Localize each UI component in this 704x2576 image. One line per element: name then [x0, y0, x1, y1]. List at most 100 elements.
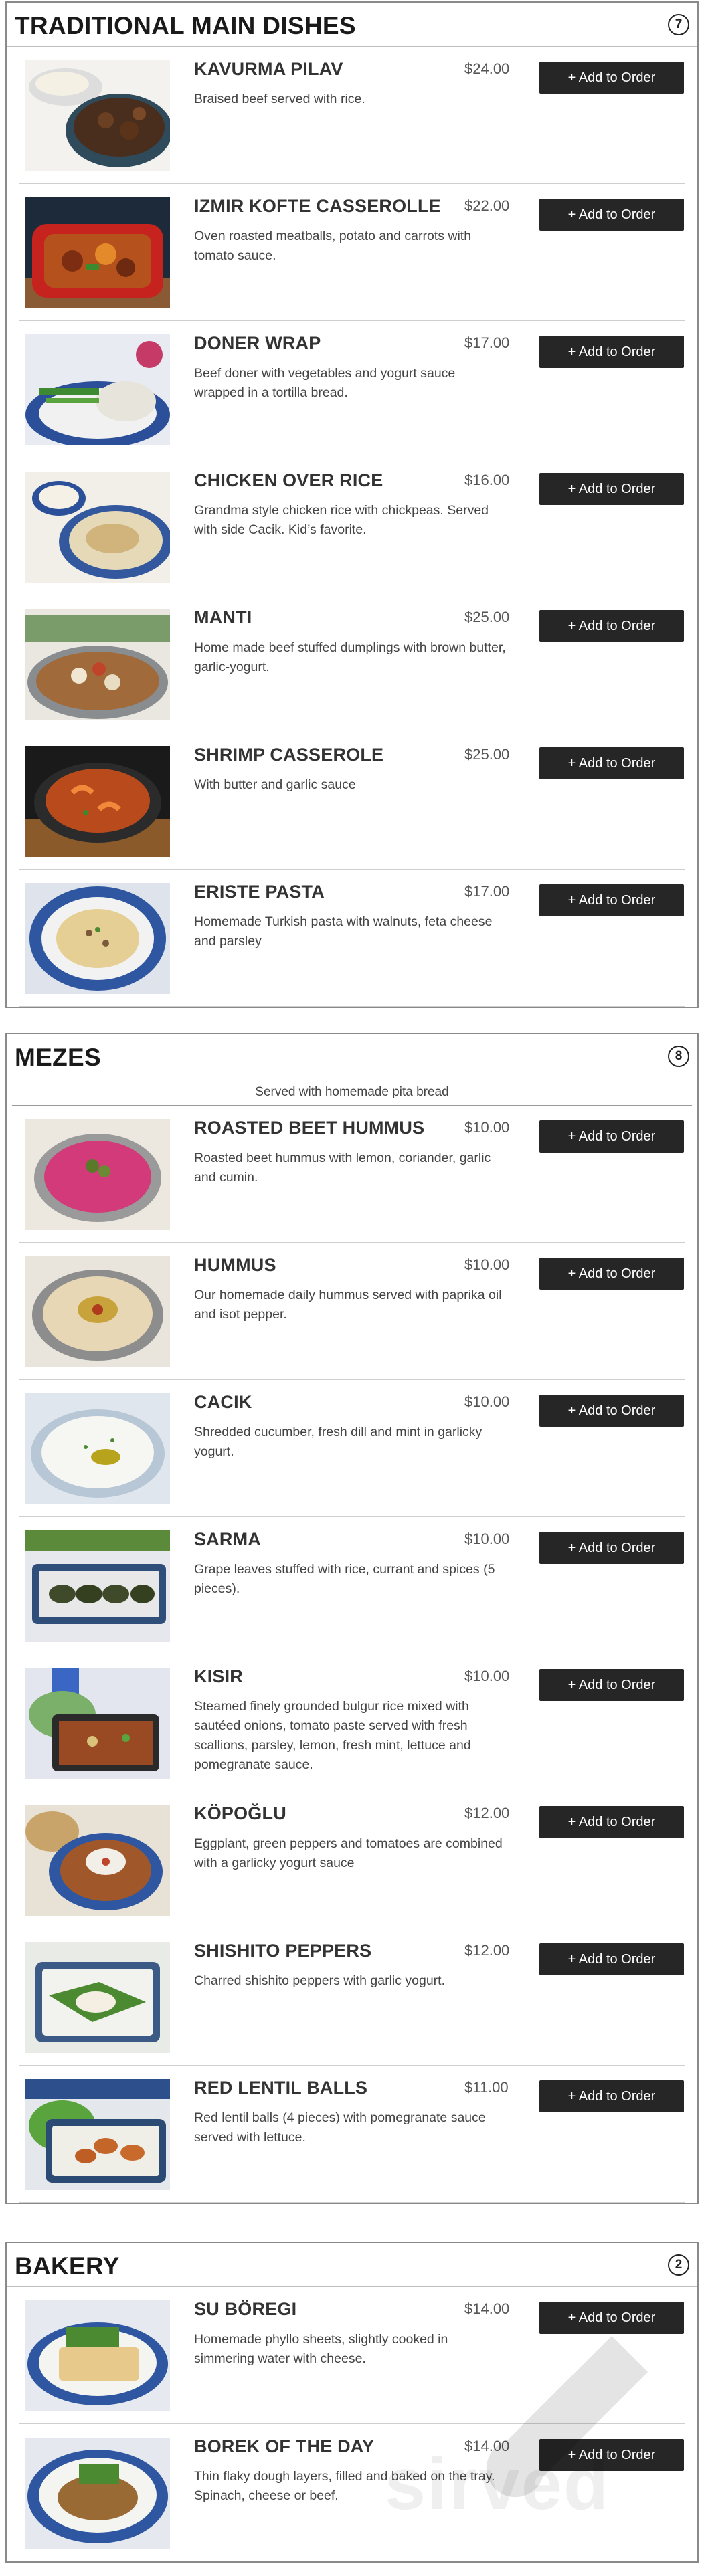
dish-photo	[25, 1668, 170, 1779]
dish-photo	[25, 1256, 170, 1367]
section-header: MEZES 8	[7, 1034, 697, 1078]
dish-name: ROASTED BEET HUMMUS	[194, 1118, 425, 1138]
dish-photo	[25, 2300, 170, 2411]
dish-price: $17.00	[464, 883, 510, 900]
item-count-badge: 7	[668, 14, 689, 35]
dish-photo	[25, 883, 170, 994]
add-to-order-button[interactable]: + Add to Order	[539, 1258, 684, 1290]
add-to-order-button[interactable]: + Add to Order	[539, 199, 684, 231]
menu-item: CACIK $10.00 Shredded cucumber, fresh di…	[19, 1380, 685, 1517]
menu-item: BOREK OF THE DAY $14.00 Thin flaky dough…	[19, 2424, 685, 2561]
dish-description: Oven roasted meatballs, potato and carro…	[194, 229, 472, 263]
add-to-order-button[interactable]: + Add to Order	[539, 1806, 684, 1838]
dish-price: $10.00	[464, 1668, 510, 1684]
add-to-order-button[interactable]: + Add to Order	[539, 2080, 684, 2112]
menu-item: SHRIMP CASSEROLE $25.00 With butter and …	[19, 732, 685, 870]
dish-description: With butter and garlic sauce	[194, 777, 356, 792]
dish-description: Our homemade daily hummus served with pa…	[194, 1288, 502, 1322]
dish-name: KÖPOĞLU	[194, 1803, 286, 1823]
menu-item: HUMMUS $10.00 Our homemade daily hummus …	[19, 1243, 685, 1380]
dish-description: Beef doner with vegetables and yogurt sa…	[194, 366, 456, 400]
dish-price: $10.00	[464, 1119, 510, 1136]
add-to-order-button[interactable]: + Add to Order	[539, 2439, 684, 2471]
dish-photo	[25, 1119, 170, 1230]
add-to-order-button[interactable]: + Add to Order	[539, 1669, 684, 1701]
dish-name: ERISTE PASTA	[194, 882, 325, 902]
dish-name: IZMIR KOFTE CASSEROLLE	[194, 196, 441, 216]
menu-item: SHISHITO PEPPERS $12.00 Charred shishito…	[19, 1928, 685, 2066]
dish-price: $10.00	[464, 1393, 510, 1410]
dish-name: KISIR	[194, 1666, 244, 1686]
menu-item: DONER WRAP $17.00 Beef doner with vegeta…	[19, 321, 685, 458]
dish-name: KAVURMA PILAV	[194, 59, 343, 79]
add-to-order-button[interactable]: + Add to Order	[539, 473, 684, 505]
dish-price: $16.00	[464, 472, 510, 488]
add-to-order-button[interactable]: + Add to Order	[539, 1395, 684, 1427]
menu-item: IZMIR KOFTE CASSEROLLE $22.00 Oven roast…	[19, 184, 685, 321]
dish-photo	[25, 472, 170, 583]
section-mezes: MEZES 8 Served with homemade pita bread …	[5, 1033, 699, 2204]
item-count-badge: 2	[668, 2254, 689, 2276]
dish-price: $10.00	[464, 1256, 510, 1273]
dish-name: BOREK OF THE DAY	[194, 2436, 375, 2456]
dish-description: Homemade Turkish pasta with walnuts, fet…	[194, 914, 493, 949]
add-to-order-button[interactable]: + Add to Order	[539, 747, 684, 779]
dish-photo	[25, 197, 170, 308]
menu-item: RED LENTIL BALLS $11.00 Red lentil balls…	[19, 2066, 685, 2203]
section-note: Served with homemade pita bread	[12, 1085, 692, 1106]
dish-price: $24.00	[464, 60, 510, 77]
dish-name: SARMA	[194, 1529, 261, 1549]
dish-description: Eggplant, green peppers and tomatoes are…	[194, 1836, 503, 1870]
add-to-order-button[interactable]: + Add to Order	[539, 2302, 684, 2334]
dish-photo	[25, 2079, 170, 2190]
dish-photo	[25, 1805, 170, 1916]
dish-price: $14.00	[464, 2300, 510, 2317]
dish-description: Homemade phyllo sheets, slightly cooked …	[194, 2332, 448, 2366]
menu-item-list: KAVURMA PILAV $24.00 Braised beef served…	[7, 47, 697, 1007]
dish-photo	[25, 60, 170, 171]
add-to-order-button[interactable]: + Add to Order	[539, 610, 684, 642]
add-to-order-button[interactable]: + Add to Order	[539, 336, 684, 368]
dish-name: SU BÖREGI	[194, 2299, 297, 2319]
dish-description: Grandma style chicken rice with chickpea…	[194, 503, 489, 537]
dish-price: $25.00	[464, 609, 510, 625]
menu-item: SARMA $10.00 Grape leaves stuffed with r…	[19, 1517, 685, 1654]
section-title: MEZES	[15, 1044, 101, 1071]
dish-price: $14.00	[464, 2438, 510, 2454]
dish-price: $10.00	[464, 1530, 510, 1547]
section-bakery: BAKERY 2 SU BÖREGI $14.00 Homemade phyll…	[5, 2242, 699, 2563]
add-to-order-button[interactable]: + Add to Order	[539, 1943, 684, 1975]
dish-description: Thin flaky dough layers, filled and bake…	[194, 2469, 495, 2503]
dish-name: MANTI	[194, 607, 252, 627]
dish-description: Steamed finely grounded bulgur rice mixe…	[194, 1699, 471, 1772]
dish-price: $17.00	[464, 334, 510, 351]
dish-name: CACIK	[194, 1392, 252, 1412]
section-header: TRADITIONAL MAIN DISHES 7	[7, 3, 697, 47]
dish-name: HUMMUS	[194, 1255, 276, 1275]
menu-item: CHICKEN OVER RICE $16.00 Grandma style c…	[19, 458, 685, 595]
dish-name: DONER WRAP	[194, 333, 321, 353]
dish-name: RED LENTIL BALLS	[194, 2078, 368, 2098]
dish-description: Braised beef served with rice.	[194, 92, 365, 106]
dish-photo	[25, 1393, 170, 1504]
add-to-order-button[interactable]: + Add to Order	[539, 1120, 684, 1153]
dish-description: Charred shishito peppers with garlic yog…	[194, 1973, 446, 1988]
dish-price: $22.00	[464, 197, 510, 214]
dish-photo	[25, 746, 170, 857]
section-traditional-main-dishes: TRADITIONAL MAIN DISHES 7 KAVURMA PILAV …	[5, 1, 699, 1008]
add-to-order-button[interactable]: + Add to Order	[539, 62, 684, 94]
dish-description: Roasted beet hummus with lemon, coriande…	[194, 1151, 491, 1185]
dish-photo	[25, 609, 170, 720]
menu-item: KISIR $10.00 Steamed finely grounded bul…	[19, 1654, 685, 1791]
dish-photo	[25, 1942, 170, 2053]
dish-price: $25.00	[464, 746, 510, 763]
add-to-order-button[interactable]: + Add to Order	[539, 884, 684, 916]
section-header: BAKERY 2	[7, 2243, 697, 2287]
item-count-badge: 8	[668, 1046, 689, 1067]
dish-description: Grape leaves stuffed with rice, currant …	[194, 1562, 495, 1596]
dish-description: Red lentil balls (4 pieces) with pomegra…	[194, 2110, 486, 2145]
add-to-order-button[interactable]: + Add to Order	[539, 1532, 684, 1564]
menu-item: SU BÖREGI $14.00 Homemade phyllo sheets,…	[19, 2287, 685, 2424]
menu-item: KAVURMA PILAV $24.00 Braised beef served…	[19, 47, 685, 184]
dish-photo	[25, 1530, 170, 1642]
